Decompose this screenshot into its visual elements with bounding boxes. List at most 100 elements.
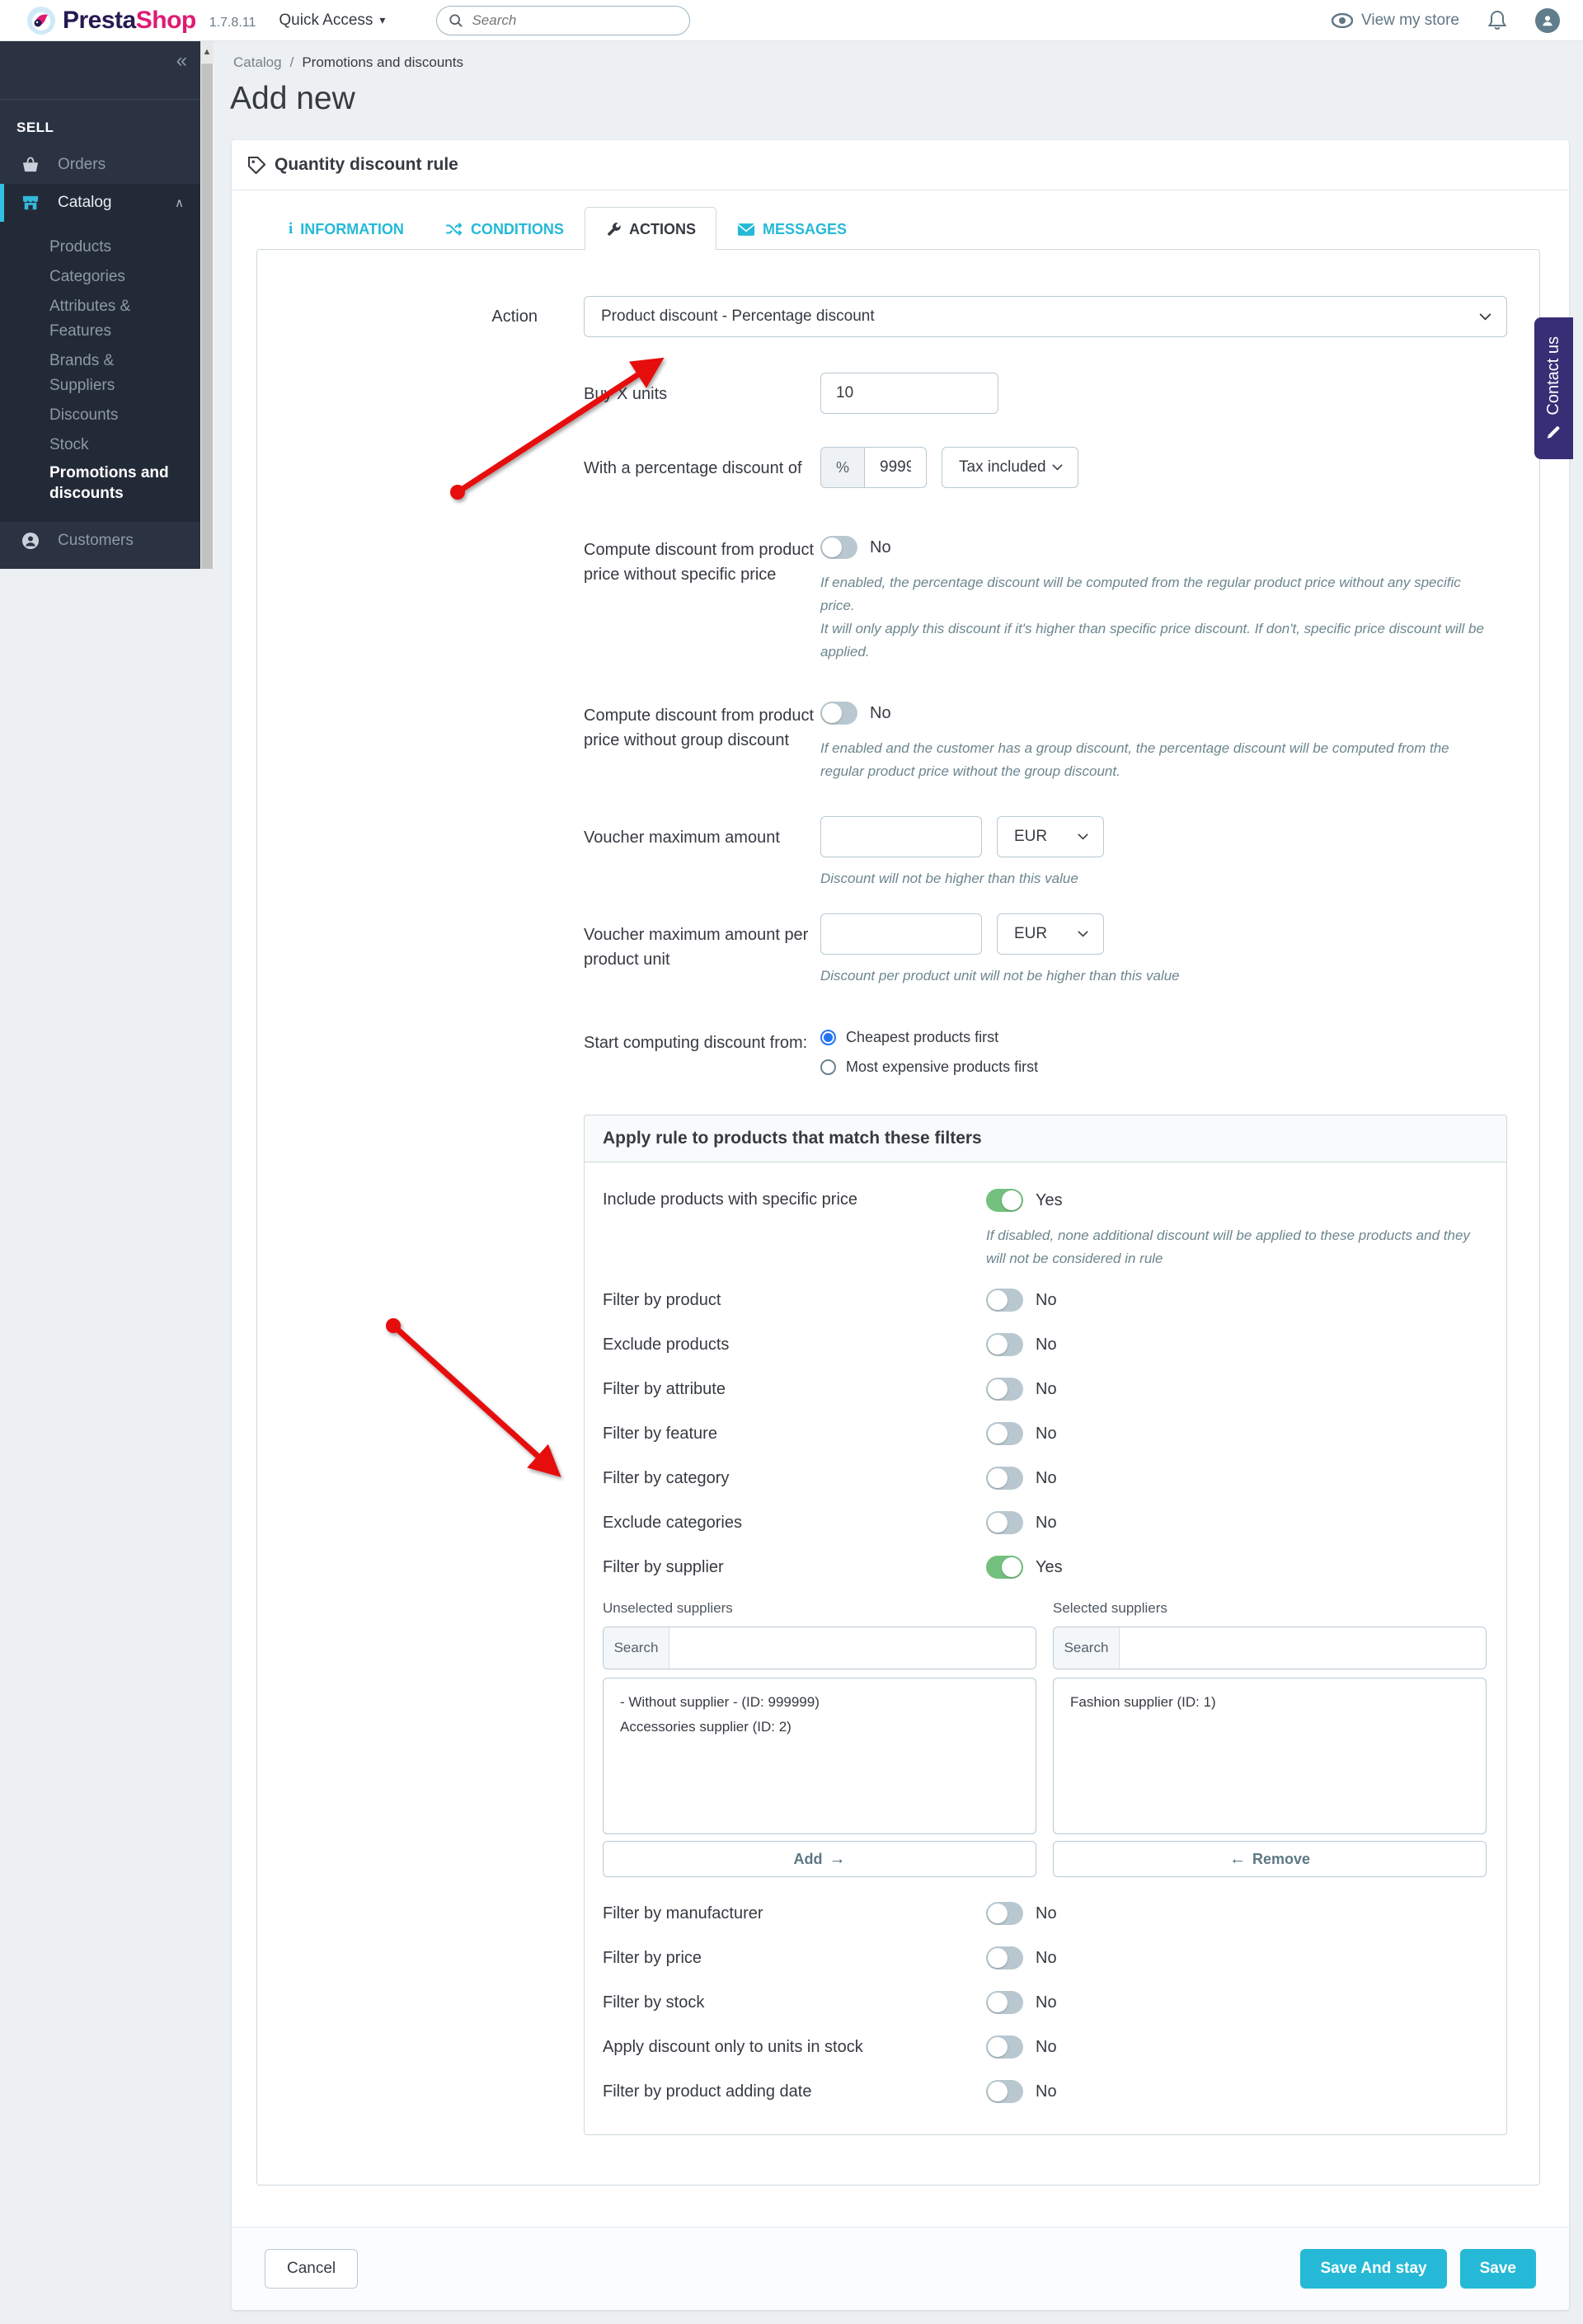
radio-selected-icon [820, 1030, 836, 1046]
include-specific-price-state: Yes [1036, 1190, 1063, 1209]
list-item[interactable]: - Without supplier - (ID: 999999) [604, 1690, 1036, 1715]
sidebar-item-attributes-features[interactable]: Attributes & Features [49, 294, 181, 344]
sidebar-item-discounts[interactable]: Discounts [49, 403, 181, 428]
filter-by-category-toggle[interactable] [986, 1467, 1023, 1491]
filter-by-manufacturer-toggle[interactable] [986, 1902, 1023, 1926]
apply-rule-panel: Apply rule to products that match these … [584, 1115, 1507, 2136]
prestashop-admin-page: { "header": { "brand_presta": "Presta", … [0, 0, 1583, 2324]
sidebar-item-promotions-discounts[interactable]: Promotions and discounts [49, 462, 181, 504]
filter-by-product-toggle[interactable] [986, 1289, 1023, 1312]
save-and-stay-button[interactable]: Save And stay [1300, 2249, 1447, 2289]
remove-supplier-button[interactable]: ← Remove [1053, 1841, 1487, 1878]
compute-group-toggle[interactable] [820, 702, 857, 725]
compute-specific-label: Compute discount from product price with… [584, 541, 815, 584]
sidebar-item-brands-suppliers[interactable]: Brands & Suppliers [49, 349, 181, 398]
compute-group-row: Compute discount from product price with… [584, 702, 1507, 783]
add-supplier-button[interactable]: Add → [603, 1841, 1036, 1878]
version-label: 1.7.8.11 [209, 15, 256, 30]
sidebar-item-customers[interactable]: Customers [0, 522, 200, 560]
list-item[interactable]: Fashion supplier (ID: 1) [1054, 1690, 1486, 1715]
filter-by-adding-date-toggle[interactable] [986, 2080, 1023, 2104]
account-avatar[interactable] [1535, 7, 1560, 33]
apply-discount-units-in-stock-toggle[interactable] [986, 2035, 1023, 2059]
sidebar-section-sell: SELL [16, 120, 54, 135]
sidebar-item-catalog[interactable]: Catalog ∧ [0, 184, 200, 222]
info-icon: i [289, 220, 294, 237]
voucher-max-unit-currency-select[interactable]: EUR [997, 913, 1104, 955]
sidebar-collapse-icon[interactable]: « [176, 49, 187, 73]
filter-by-feature-row: Filter by feature No [603, 1422, 1487, 1446]
quick-access-menu[interactable]: Quick Access ▾ [279, 12, 385, 30]
unselected-suppliers-list[interactable]: - Without supplier - (ID: 999999) Access… [603, 1678, 1036, 1835]
breadcrumb-catalog[interactable]: Catalog [233, 54, 282, 71]
sidebar-scrollbar[interactable]: ▲ [200, 41, 214, 569]
basket-icon [22, 157, 39, 172]
percentage-value-input[interactable] [865, 447, 927, 488]
buy-x-units-input[interactable] [820, 373, 998, 414]
unselected-suppliers-search-input[interactable] [669, 1627, 1036, 1669]
percentage-discount-label: With a percentage discount of [584, 459, 802, 477]
supplier-dual-list: Unselected suppliers Search - Without su… [603, 1600, 1487, 1878]
search-input[interactable] [472, 12, 662, 29]
notifications-bell-icon[interactable] [1487, 10, 1507, 31]
scrollbar-thumb[interactable] [201, 63, 213, 569]
radio-cheapest-first[interactable]: Cheapest products first [820, 1029, 1507, 1046]
voucher-max-unit-label: Voucher maximum amount per product unit [584, 926, 809, 970]
action-select[interactable]: Product discount - Percentage discount [584, 296, 1507, 337]
sidebar-item-products[interactable]: Products [49, 235, 181, 260]
filter-by-stock-toggle[interactable] [986, 1991, 1023, 2015]
filter-by-attribute-toggle[interactable] [986, 1378, 1023, 1401]
sidebar-item-orders[interactable]: Orders [0, 146, 200, 184]
voucher-max-unit-input[interactable] [820, 913, 982, 955]
filter-by-stock-row: Filter by stock No [603, 1991, 1487, 2015]
filter-by-adding-date-row: Filter by product adding date No [603, 2080, 1487, 2104]
selected-suppliers-list[interactable]: Fashion supplier (ID: 1) [1053, 1678, 1487, 1835]
compute-specific-toggle[interactable] [820, 536, 857, 559]
tab-messages[interactable]: MESSAGES [716, 207, 867, 250]
card-body: i INFORMATION CONDITIONS ACTIONS MESSAGE… [232, 190, 1569, 2227]
voucher-max-unit-help: Discount per product unit will not be hi… [820, 968, 1180, 984]
cancel-button[interactable]: Cancel [265, 2249, 359, 2289]
exclude-products-toggle[interactable] [986, 1333, 1023, 1357]
selected-suppliers-column: Selected suppliers Search Fashion suppli… [1053, 1600, 1487, 1878]
selected-suppliers-search-input[interactable] [1120, 1627, 1486, 1669]
card-footer: Cancel Save And stay Save [232, 2227, 1569, 2311]
buy-x-units-row: Buy X units [584, 373, 1507, 414]
filter-by-price-row: Filter by price No [603, 1946, 1487, 1970]
arrow-right-icon: → [829, 1849, 846, 1868]
prestashop-logo[interactable]: PrestaShop 1.7.8.11 [26, 6, 256, 35]
filter-by-manufacturer-row: Filter by manufacturer No [603, 1902, 1487, 1926]
search-addon-label: Search [1054, 1627, 1120, 1669]
global-search[interactable] [436, 5, 691, 35]
compute-specific-row: Compute discount from product price with… [584, 536, 1507, 664]
tax-select[interactable]: Tax included [942, 447, 1078, 488]
tab-information[interactable]: i INFORMATION [268, 207, 425, 250]
list-item[interactable]: Accessories supplier (ID: 2) [604, 1715, 1036, 1739]
tab-actions[interactable]: ACTIONS [584, 207, 716, 250]
filter-by-attribute-row: Filter by attribute No [603, 1378, 1487, 1401]
catalog-submenu: Products Categories Attributes & Feature… [0, 222, 200, 522]
sidebar-item-categories[interactable]: Categories [49, 265, 181, 289]
radio-most-expensive-first[interactable]: Most expensive products first [820, 1059, 1507, 1076]
arrow-left-icon: ← [1228, 1849, 1246, 1868]
voucher-max-currency-select[interactable]: EUR [997, 816, 1104, 858]
breadcrumb-current: Promotions and discounts [302, 54, 463, 70]
exclude-categories-toggle[interactable] [986, 1511, 1023, 1535]
tab-conditions[interactable]: CONDITIONS [425, 207, 585, 250]
save-button[interactable]: Save [1459, 2249, 1536, 2289]
sidebar-item-stock[interactable]: Stock [49, 433, 181, 458]
filter-by-supplier-toggle[interactable] [986, 1556, 1023, 1580]
unselected-suppliers-title: Unselected suppliers [603, 1600, 733, 1617]
include-specific-price-row: Include products with specific price Yes… [603, 1189, 1487, 1270]
contact-us-tab[interactable]: Contact us [1534, 317, 1573, 459]
voucher-max-help: Discount will not be higher than this va… [820, 871, 1078, 887]
filter-by-price-toggle[interactable] [986, 1946, 1023, 1970]
include-specific-price-toggle[interactable] [986, 1189, 1023, 1213]
filter-by-feature-toggle[interactable] [986, 1422, 1023, 1446]
voucher-max-input[interactable] [820, 816, 982, 858]
filter-by-supplier-row: Filter by supplier Yes [603, 1556, 1487, 1580]
actions-form: Action Product discount - Percentage dis… [256, 249, 1540, 2186]
view-my-store-link[interactable]: View my store [1332, 12, 1459, 30]
include-specific-price-label: Include products with specific price [603, 1190, 858, 1209]
scrollbar-up-arrow[interactable]: ▲ [200, 41, 214, 63]
